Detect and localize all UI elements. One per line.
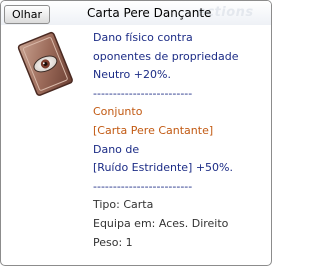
stat-equip-slot: Equipa em: Aces. Direito: [93, 216, 229, 230]
separator: -------------------------: [93, 179, 193, 193]
set-label: Conjunto: [93, 105, 143, 119]
stat-type: Tipo: Carta: [93, 198, 154, 212]
description-line: oponentes de propriedade: [93, 49, 239, 63]
card-illustration: [9, 25, 81, 101]
set-bonus-line: [Ruído Estridente] +50%.: [93, 161, 234, 175]
title-bar[interactable]: ections Olhar Carta Pere Dançante: [1, 1, 271, 25]
description-line: Neutro +20%.: [93, 68, 171, 82]
separator: -------------------------: [93, 86, 193, 100]
item-title: Carta Pere Dançante: [87, 6, 212, 20]
olhar-button[interactable]: Olhar: [4, 5, 50, 24]
stat-weight: Peso: 1: [93, 235, 133, 249]
set-card-name: [Carta Pere Cantante]: [93, 123, 214, 137]
item-description: Dano físico contra oponentes de propried…: [93, 29, 269, 252]
card-with-eye-icon: [17, 31, 73, 96]
description-line: Dano físico contra: [93, 31, 193, 44]
item-info-window: ections Olhar Carta Pere Dançante Dano f…: [0, 0, 272, 266]
set-bonus-line: Dano de: [93, 142, 140, 156]
